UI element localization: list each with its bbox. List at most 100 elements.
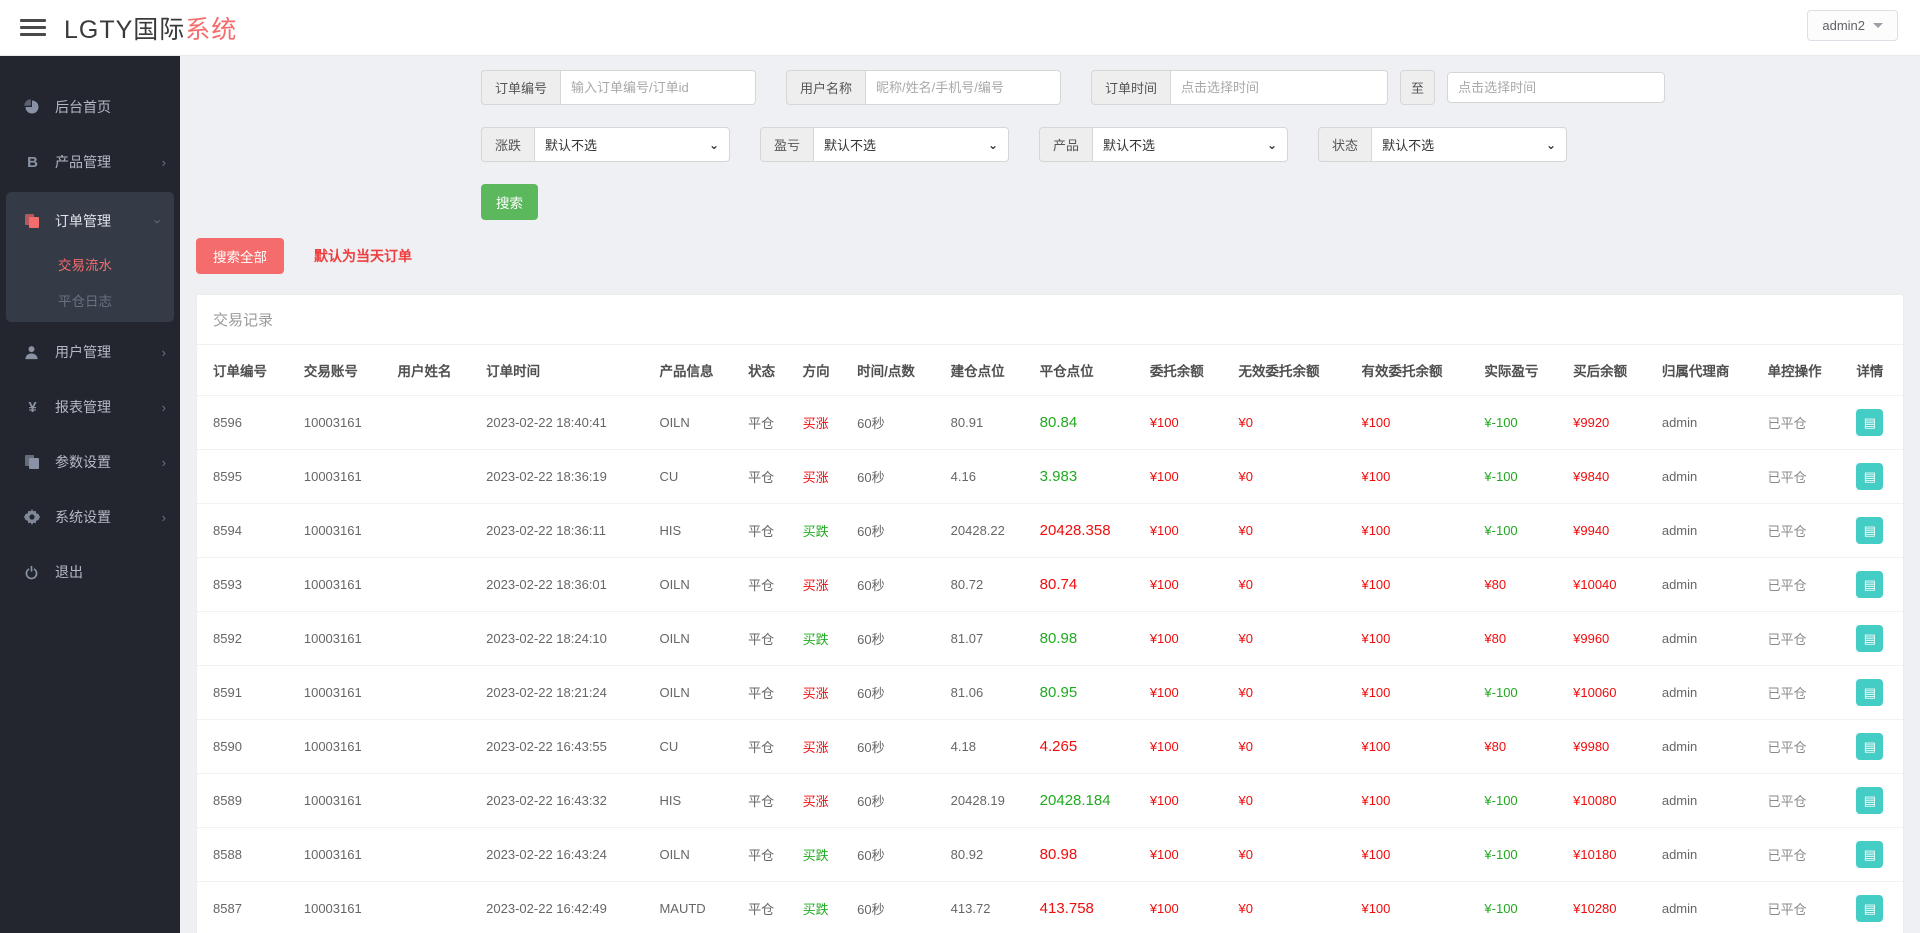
cell-order-no: 8589 bbox=[197, 774, 296, 828]
sidebar-item-orders[interactable]: 订单管理 › bbox=[6, 196, 174, 246]
cell-detail: ▤ bbox=[1848, 504, 1903, 558]
updown-select-value: 默认不选 bbox=[545, 135, 597, 154]
cell-user-name bbox=[389, 504, 478, 558]
user-dropdown[interactable]: admin2 bbox=[1807, 10, 1898, 41]
cell-open-point: 4.16 bbox=[943, 450, 1032, 504]
order-time-filter: 订单时间 bbox=[1091, 70, 1388, 105]
cell-duration: 60秒 bbox=[849, 504, 942, 558]
detail-button[interactable]: ▤ bbox=[1856, 571, 1883, 598]
search-button[interactable]: 搜索 bbox=[481, 184, 538, 220]
sidebar-item-params[interactable]: 参数设置 › bbox=[0, 437, 180, 487]
cell-detail: ▤ bbox=[1848, 396, 1903, 450]
cell-close-point: 80.95 bbox=[1032, 666, 1142, 720]
cell-valid-entrust: ¥100 bbox=[1353, 720, 1476, 774]
sidebar-item-logout[interactable]: 退出 bbox=[0, 547, 180, 597]
cell-close-point: 20428.358 bbox=[1032, 504, 1142, 558]
order-no-input[interactable] bbox=[560, 70, 756, 105]
cell-open-point: 4.18 bbox=[943, 720, 1032, 774]
cell-account: 10003161 bbox=[296, 828, 390, 882]
cell-open-point: 80.72 bbox=[943, 558, 1032, 612]
sidebar-item-products[interactable]: B 产品管理 › bbox=[0, 137, 180, 187]
cell-order-time: 2023-02-22 18:36:11 bbox=[478, 504, 651, 558]
sidebar-subitem-close-log[interactable]: 平仓日志 bbox=[6, 282, 174, 318]
cell-valid-entrust: ¥100 bbox=[1353, 450, 1476, 504]
time-start-input[interactable] bbox=[1170, 70, 1388, 105]
cell-invalid-entrust: ¥0 bbox=[1231, 396, 1354, 450]
cell-duration: 60秒 bbox=[849, 774, 942, 828]
cell-account: 10003161 bbox=[296, 558, 390, 612]
cell-invalid-entrust: ¥0 bbox=[1231, 774, 1354, 828]
cell-operation: 已平仓 bbox=[1760, 720, 1849, 774]
cell-product: OILN bbox=[651, 396, 740, 450]
column-header: 时间/点数 bbox=[849, 345, 942, 396]
orders-icon bbox=[24, 213, 41, 229]
cell-user-name bbox=[389, 558, 478, 612]
sidebar-subitem-label: 平仓日志 bbox=[58, 290, 112, 310]
detail-button[interactable]: ▤ bbox=[1856, 517, 1883, 544]
to-label: 至 bbox=[1400, 70, 1435, 105]
action-row: 搜索全部 默认为当天订单 bbox=[196, 238, 1904, 274]
sidebar-subitem-label: 交易流水 bbox=[58, 254, 112, 274]
time-end-input[interactable] bbox=[1447, 72, 1665, 103]
hamburger-menu-icon[interactable] bbox=[20, 19, 46, 36]
cell-status: 平仓 bbox=[740, 882, 795, 933]
cell-status: 平仓 bbox=[740, 558, 795, 612]
cell-after-balance: ¥10080 bbox=[1565, 774, 1654, 828]
status-filter: 状态 默认不选 ⌄ bbox=[1318, 127, 1567, 162]
cell-open-point: 20428.19 bbox=[943, 774, 1032, 828]
cell-account: 10003161 bbox=[296, 666, 390, 720]
search-all-button[interactable]: 搜索全部 bbox=[196, 238, 284, 274]
profit-select[interactable]: 默认不选 ⌄ bbox=[813, 127, 1009, 162]
detail-button[interactable]: ▤ bbox=[1856, 409, 1883, 436]
cell-actual-profit: ¥-100 bbox=[1476, 666, 1565, 720]
product-select[interactable]: 默认不选 ⌄ bbox=[1092, 127, 1288, 162]
cell-direction: 买跌 bbox=[795, 612, 850, 666]
sidebar-item-label: 订单管理 bbox=[55, 211, 111, 231]
table-row: 8596100031612023-02-22 18:40:41OILN平仓买涨6… bbox=[197, 396, 1903, 450]
sidebar-subitem-trade-flow[interactable]: 交易流水 bbox=[6, 246, 174, 282]
cell-open-point: 80.92 bbox=[943, 828, 1032, 882]
detail-button[interactable]: ▤ bbox=[1856, 895, 1883, 922]
sidebar-item-label: 参数设置 bbox=[55, 452, 111, 472]
cell-order-time: 2023-02-22 18:36:19 bbox=[478, 450, 651, 504]
updown-select[interactable]: 默认不选 ⌄ bbox=[534, 127, 730, 162]
order-no-label: 订单编号 bbox=[481, 70, 560, 105]
cell-order-no: 8587 bbox=[197, 882, 296, 933]
cell-actual-profit: ¥80 bbox=[1476, 720, 1565, 774]
cell-open-point: 20428.22 bbox=[943, 504, 1032, 558]
cell-product: CU bbox=[651, 720, 740, 774]
cell-close-point: 80.84 bbox=[1032, 396, 1142, 450]
sidebar-item-users[interactable]: 用户管理 › bbox=[0, 327, 180, 377]
cell-entrust-balance: ¥100 bbox=[1142, 504, 1231, 558]
column-header: 有效委托余额 bbox=[1353, 345, 1476, 396]
cell-user-name bbox=[389, 774, 478, 828]
user-name-input[interactable] bbox=[865, 70, 1061, 105]
product-label: 产品 bbox=[1039, 127, 1092, 162]
detail-button[interactable]: ▤ bbox=[1856, 841, 1883, 868]
column-header: 买后余额 bbox=[1565, 345, 1654, 396]
cell-account: 10003161 bbox=[296, 612, 390, 666]
column-header: 单控操作 bbox=[1760, 345, 1849, 396]
status-select[interactable]: 默认不选 ⌄ bbox=[1371, 127, 1567, 162]
detail-button[interactable]: ▤ bbox=[1856, 787, 1883, 814]
detail-button[interactable]: ▤ bbox=[1856, 679, 1883, 706]
detail-button[interactable]: ▤ bbox=[1856, 733, 1883, 760]
cell-agent: admin bbox=[1654, 504, 1760, 558]
cell-open-point: 413.72 bbox=[943, 882, 1032, 933]
sidebar-item-system[interactable]: 系统设置 › bbox=[0, 492, 180, 542]
detail-button[interactable]: ▤ bbox=[1856, 625, 1883, 652]
cell-detail: ▤ bbox=[1848, 774, 1903, 828]
cell-open-point: 81.07 bbox=[943, 612, 1032, 666]
table-row: 8588100031612023-02-22 16:43:24OILN平仓买跌6… bbox=[197, 828, 1903, 882]
cell-valid-entrust: ¥100 bbox=[1353, 612, 1476, 666]
chevron-down-icon: ⌄ bbox=[709, 138, 719, 152]
sidebar-item-dashboard[interactable]: 后台首页 bbox=[0, 82, 180, 132]
cell-duration: 60秒 bbox=[849, 450, 942, 504]
cell-direction: 买跌 bbox=[795, 882, 850, 933]
table-row: 8590100031612023-02-22 16:43:55CU平仓买涨60秒… bbox=[197, 720, 1903, 774]
cell-direction: 买涨 bbox=[795, 450, 850, 504]
detail-button[interactable]: ▤ bbox=[1856, 463, 1883, 490]
table-row: 8589100031612023-02-22 16:43:32HIS平仓买涨60… bbox=[197, 774, 1903, 828]
cell-order-no: 8594 bbox=[197, 504, 296, 558]
sidebar-item-reports[interactable]: ¥ 报表管理 › bbox=[0, 382, 180, 432]
